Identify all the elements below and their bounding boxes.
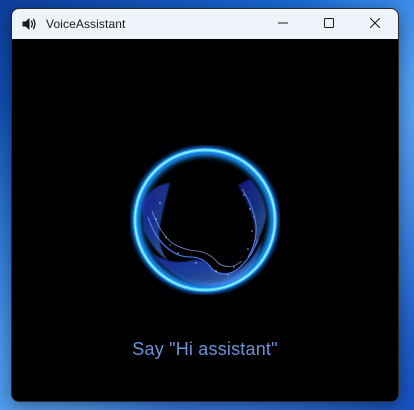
window-title: VoiceAssistant [46, 17, 126, 31]
voice-assistant-window: VoiceAssistant Say "Hi assistant" [11, 8, 399, 402]
voice-orb-visualizer[interactable] [130, 145, 280, 295]
assistant-prompt-text: Say "Hi assistant" [132, 339, 278, 359]
close-icon [369, 15, 381, 33]
minimize-button[interactable] [260, 9, 306, 39]
title-bar[interactable]: VoiceAssistant [12, 9, 398, 39]
maximize-icon [324, 15, 334, 33]
assistant-client-area: Say "Hi assistant" [12, 39, 398, 401]
close-button[interactable] [352, 9, 398, 39]
speaker-icon [21, 16, 37, 32]
maximize-button[interactable] [306, 9, 352, 39]
minimize-icon [278, 15, 288, 33]
caption-buttons [260, 9, 398, 39]
